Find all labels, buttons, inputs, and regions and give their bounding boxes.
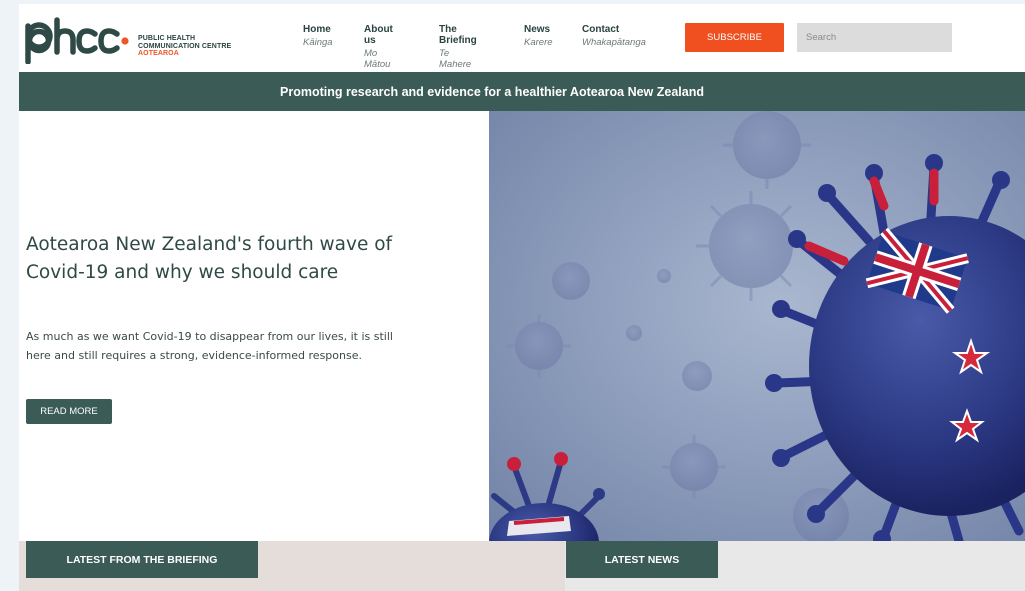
- hero-text-panel: Aotearoa New Zealand's fourth wave of Co…: [19, 111, 489, 541]
- nav-sub-label: Karere: [524, 37, 553, 48]
- site-header: PUBLIC HEALTH COMMUNICATION CENTRE AOTEA…: [19, 4, 1025, 72]
- hero-title[interactable]: Aotearoa New Zealand's fourth wave of Co…: [26, 231, 416, 287]
- logo-wordmark: PUBLIC HEALTH COMMUNICATION CENTRE AOTEA…: [138, 35, 231, 58]
- tagline-bar: Promoting research and evidence for a he…: [19, 72, 1025, 111]
- nav-item-about[interactable]: About us Mo Mātou: [364, 24, 393, 70]
- site-logo[interactable]: PUBLIC HEALTH COMMUNICATION CENTRE AOTEA…: [25, 12, 245, 65]
- nav-label: Home: [303, 24, 331, 35]
- nav-sub-label: Mo Mātou: [364, 48, 391, 70]
- logo-line-1: PUBLIC HEALTH: [138, 35, 196, 42]
- covid-virus-nz-flag-image[interactable]: [489, 111, 1025, 541]
- nav-item-news[interactable]: News Karere: [524, 24, 553, 48]
- nav-label: About us: [364, 24, 393, 46]
- logo-line-3: AOTEAROA: [138, 50, 179, 57]
- logo-line-2: COMMUNICATION CENTRE: [138, 42, 232, 50]
- nav-item-briefing[interactable]: The Briefing Te Mahere: [439, 24, 477, 70]
- nav-label: The Briefing: [439, 24, 477, 46]
- nav-item-home[interactable]: Home Kāinga: [303, 24, 333, 48]
- hero-summary: As much as we want Covid-19 to disappear…: [26, 330, 393, 362]
- nav-item-contact[interactable]: Contact Whakapātanga: [582, 24, 646, 48]
- nav-sub-label: Whakapātanga: [582, 37, 646, 48]
- subscribe-button[interactable]: SUBSCRIBE: [685, 23, 784, 52]
- search-input[interactable]: Search: [797, 23, 952, 52]
- nav-label: Contact: [582, 24, 620, 35]
- phcc-logo-mark: [25, 17, 129, 65]
- nav-label: News: [524, 24, 551, 35]
- latest-briefing-heading[interactable]: LATEST FROM THE BRIEFING: [26, 541, 258, 578]
- page: PUBLIC HEALTH COMMUNICATION CENTRE AOTEA…: [19, 4, 1025, 591]
- virus-illustration: [489, 111, 1025, 541]
- read-more-button[interactable]: READ MORE: [26, 399, 112, 424]
- site-tagline: Promoting research and evidence for a he…: [280, 84, 704, 99]
- nav-sub-label: Te Mahere: [439, 48, 472, 70]
- latest-news-heading[interactable]: LATEST NEWS: [566, 541, 718, 578]
- nav-sub-label: Kāinga: [303, 37, 333, 48]
